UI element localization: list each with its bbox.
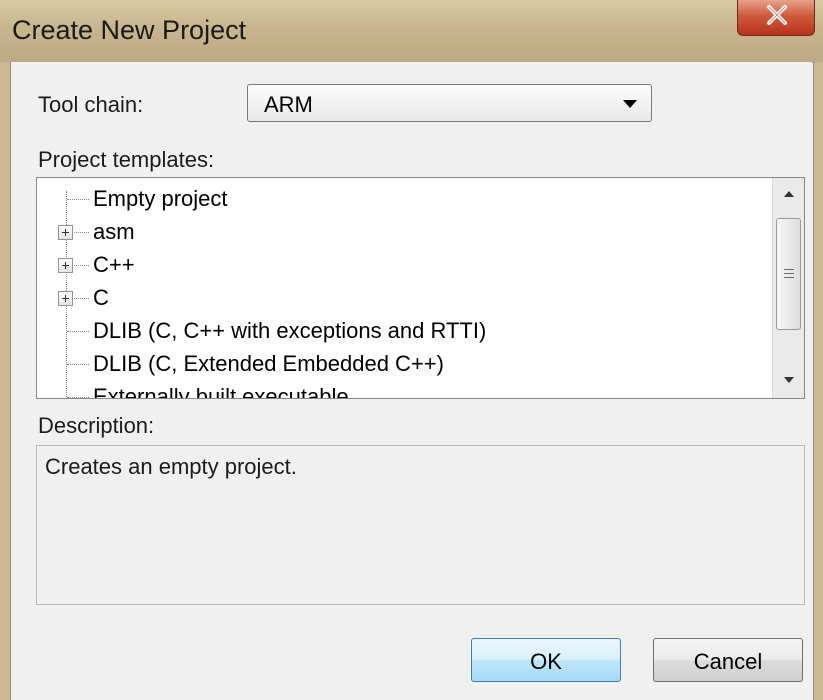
tree-item-label: Empty project xyxy=(93,186,228,211)
ok-button[interactable]: OK xyxy=(471,638,621,682)
scrollbar-thumb[interactable] xyxy=(776,218,801,330)
tree-item-asm[interactable]: asm xyxy=(37,215,772,249)
close-button[interactable] xyxy=(737,0,815,36)
window-frame-right xyxy=(813,62,823,700)
tree-item-cpp[interactable]: C++ xyxy=(37,248,772,282)
description-label: Description: xyxy=(38,413,155,438)
cancel-button-label: Cancel xyxy=(693,649,763,674)
create-new-project-dialog: Create New Project Tool chain: ARM Proje… xyxy=(0,0,823,700)
toolchain-value: ARM xyxy=(264,92,313,117)
window-frame-left xyxy=(0,62,11,700)
scroll-down-button[interactable] xyxy=(773,364,804,398)
tree-item-external-executable[interactable]: Externally built executable xyxy=(37,380,772,398)
dialog-body: Tool chain: ARM Project templates: Empty… xyxy=(11,62,812,700)
scroll-up-button[interactable] xyxy=(773,178,804,212)
toolchain-dropdown[interactable]: ARM xyxy=(247,84,652,122)
tree-connector xyxy=(67,397,89,398)
tree-item-dlib-rtti[interactable]: DLIB (C, C++ with exceptions and RTTI) xyxy=(37,314,772,348)
description-box: Creates an empty project. xyxy=(36,445,805,605)
tree-item-c[interactable]: C xyxy=(37,281,772,315)
chevron-down-icon xyxy=(623,100,637,108)
dialog-title: Create New Project xyxy=(12,15,247,45)
tree-connector xyxy=(67,199,89,200)
tree-connector xyxy=(67,331,89,332)
grip-line xyxy=(784,269,794,270)
tree-item-label: DLIB (C, C++ with exceptions and RTTI) xyxy=(93,318,487,343)
tree-item-label: Externally built executable xyxy=(93,384,349,398)
vertical-scrollbar[interactable] xyxy=(772,178,804,398)
project-templates-label: Project templates: xyxy=(38,147,215,172)
project-templates-tree[interactable]: Empty project asm C++ C DLIB (C, C++ wit… xyxy=(36,177,805,399)
description-text: Creates an empty project. xyxy=(45,454,297,479)
tree-item-label: asm xyxy=(93,219,135,244)
tree-item-dlib-embedded[interactable]: DLIB (C, Extended Embedded C++) xyxy=(37,347,772,381)
title-bar[interactable]: Create New Project xyxy=(0,0,823,63)
tree-item-label: C++ xyxy=(93,252,135,277)
tree-item-label: DLIB (C, Extended Embedded C++) xyxy=(93,351,444,376)
expand-plus-icon[interactable] xyxy=(58,291,73,306)
arrow-up-icon xyxy=(784,191,794,197)
grip-line xyxy=(784,273,794,274)
toolchain-label: Tool chain: xyxy=(38,92,144,117)
tree-connector xyxy=(67,364,89,365)
tree-content: Empty project asm C++ C DLIB (C, C++ wit… xyxy=(37,178,772,398)
tree-item-label: C xyxy=(93,285,109,310)
grip-line xyxy=(784,277,794,278)
expand-plus-icon[interactable] xyxy=(58,258,73,273)
ok-button-label: OK xyxy=(530,649,562,674)
arrow-down-icon xyxy=(784,377,794,383)
expand-plus-icon[interactable] xyxy=(58,225,73,240)
close-icon xyxy=(767,5,787,25)
tree-item-empty-project[interactable]: Empty project xyxy=(37,182,772,216)
cancel-button[interactable]: Cancel xyxy=(653,638,803,682)
